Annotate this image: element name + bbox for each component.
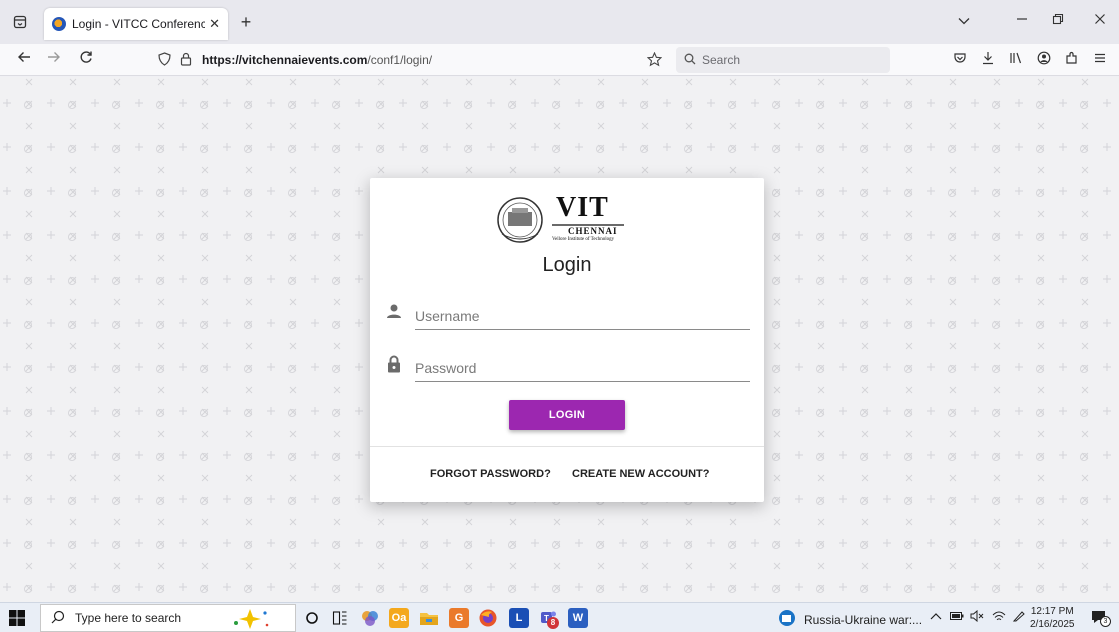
site-favicon-icon <box>52 17 66 31</box>
news-weather-icon <box>778 609 796 630</box>
back-arrow-icon[interactable] <box>14 50 34 70</box>
l-app-icon[interactable]: L <box>509 608 529 628</box>
new-tab-button[interactable]: + <box>236 12 256 32</box>
account-icon[interactable] <box>1034 50 1054 70</box>
downloads-icon[interactable] <box>978 50 998 70</box>
cortana-icon[interactable] <box>302 608 322 628</box>
wifi-icon[interactable] <box>992 610 1006 625</box>
file-explorer-icon[interactable] <box>419 608 439 628</box>
search-icon <box>684 53 696 68</box>
search-bar[interactable]: Search <box>676 47 890 73</box>
url-text[interactable]: https://vitchennaievents.com/conf1/login… <box>202 53 432 67</box>
login-button[interactable]: LOGIN <box>509 400 625 430</box>
taskbar-search-box[interactable]: Type here to search <box>40 604 296 632</box>
address-bar[interactable]: https://vitchennaievents.com/conf1/login… <box>150 47 668 73</box>
login-card: VIT CHENNAI Vellore Institute of Technol… <box>370 178 764 502</box>
create-account-link[interactable]: CREATE NEW ACCOUNT? <box>572 468 710 480</box>
logo-brand-text: VIT <box>556 192 609 223</box>
username-input[interactable] <box>415 298 750 330</box>
pen-icon[interactable] <box>1012 610 1026 625</box>
login-title: Login <box>542 254 592 276</box>
pocket-icon[interactable] <box>950 50 970 70</box>
teams-app-icon[interactable]: T 8 <box>538 608 559 629</box>
close-tab-icon[interactable]: ✕ <box>209 16 220 32</box>
lock-icon <box>384 354 404 374</box>
browser-nav-bar: https://vitchennaievents.com/conf1/login… <box>0 44 1119 76</box>
menu-hamburger-icon[interactable] <box>1090 50 1110 70</box>
extensions-icon[interactable] <box>1062 50 1082 70</box>
windows-start-icon[interactable] <box>8 609 26 627</box>
browser-tab-bar: Login - VITCC Conferences & W ✕ + <box>0 0 1119 44</box>
browser-tab-active[interactable]: Login - VITCC Conferences & W ✕ <box>44 8 228 40</box>
password-field-group <box>384 350 750 384</box>
logo-city-text: CHENNAI <box>568 226 618 236</box>
reload-icon[interactable] <box>76 50 96 70</box>
notification-count-badge: 3 <box>1100 616 1111 627</box>
search-highlight-sparkle-icon <box>227 608 273 632</box>
photos-app-icon[interactable] <box>360 608 380 628</box>
news-widget[interactable]: Russia-Ukraine war:... <box>778 609 922 630</box>
clock-time: 12:17 PM <box>1030 606 1074 617</box>
notifications-icon[interactable]: 3 <box>1090 608 1111 629</box>
system-clock[interactable]: 12:17 PM 2/16/2025 <box>1030 605 1075 631</box>
tab-overflow-chevron-icon[interactable] <box>954 12 974 28</box>
windows-taskbar: Type here to search Oa G L T 8 W Russia-… <box>0 602 1119 632</box>
battery-icon[interactable] <box>950 610 964 624</box>
outlook-app-icon[interactable]: Oa <box>389 608 409 628</box>
firefox-icon[interactable] <box>478 608 498 628</box>
git-app-icon[interactable]: G <box>449 608 469 628</box>
close-window-icon[interactable] <box>1090 12 1110 28</box>
tab-list-icon[interactable] <box>8 10 32 34</box>
library-icon[interactable] <box>1006 50 1026 70</box>
user-icon <box>384 302 404 322</box>
card-divider <box>370 446 764 447</box>
restore-icon[interactable] <box>1048 12 1068 28</box>
task-view-icon[interactable] <box>330 608 350 628</box>
volume-muted-icon[interactable] <box>970 609 984 625</box>
username-field-group <box>384 298 750 332</box>
lock-icon[interactable] <box>180 52 196 69</box>
forgot-password-link[interactable]: FORGOT PASSWORD? <box>430 468 551 480</box>
teams-notification-badge: 8 <box>547 617 559 629</box>
clock-date: 2/16/2025 <box>1030 619 1075 630</box>
url-host: https://vitchennaievents.com <box>202 53 368 67</box>
password-input[interactable] <box>415 350 750 382</box>
search-placeholder: Search <box>702 53 741 67</box>
forward-arrow-icon[interactable] <box>44 50 64 70</box>
logo-tagline-text: Vellore Institute of Technology <box>552 237 615 242</box>
url-path: /conf1/login/ <box>367 53 433 67</box>
show-hidden-icons-chevron-icon[interactable] <box>930 610 942 624</box>
search-icon <box>51 610 65 627</box>
vit-logo: VIT CHENNAI Vellore Institute of Technol… <box>494 192 634 246</box>
bookmark-star-icon[interactable] <box>646 51 663 70</box>
word-app-icon[interactable]: W <box>568 608 588 628</box>
tab-title: Login - VITCC Conferences & W <box>72 17 206 31</box>
tracking-protection-shield-icon[interactable] <box>158 51 174 69</box>
news-headline: Russia-Ukraine war:... <box>804 612 923 627</box>
minimize-icon[interactable] <box>1012 12 1032 28</box>
taskbar-search-placeholder: Type here to search <box>75 611 182 625</box>
page-background: VIT CHENNAI Vellore Institute of Technol… <box>0 77 1119 602</box>
